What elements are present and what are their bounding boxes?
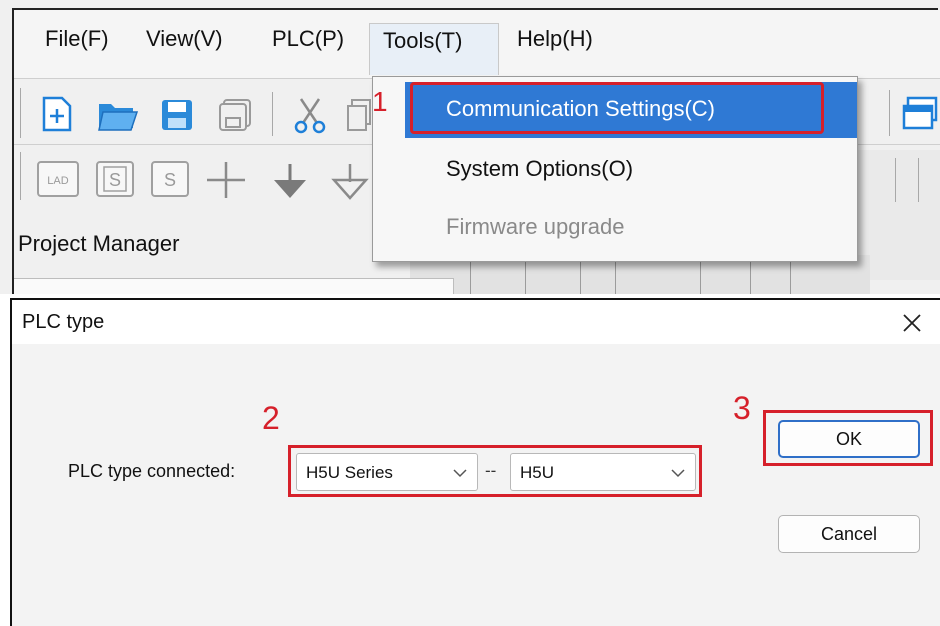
arrow-down-outline-icon[interactable] — [330, 162, 370, 202]
svg-text:S: S — [164, 170, 176, 190]
menu-view[interactable]: View(V) — [146, 26, 223, 52]
sfc-icon[interactable]: S — [95, 160, 135, 198]
toolbar-separator — [918, 158, 919, 202]
annotation-box-step-3 — [763, 410, 933, 466]
svg-text:S: S — [109, 170, 121, 190]
copy-icon[interactable] — [346, 98, 372, 132]
menu-file[interactable]: File(F) — [45, 26, 109, 52]
annotation-number-3: 3 — [733, 390, 751, 426]
toolbar-separator — [272, 92, 273, 136]
new-file-icon[interactable] — [40, 96, 74, 132]
menu-item-system-options[interactable]: System Options(O) — [446, 156, 633, 182]
toolbar-separator — [889, 90, 890, 136]
dialog-title: PLC type — [22, 311, 105, 333]
editor-side-panel — [858, 150, 940, 280]
window-icon[interactable] — [902, 96, 938, 132]
menu-tools[interactable]: Tools(T) — [383, 28, 462, 54]
dialog-title-bar — [12, 300, 940, 344]
ladder-icon[interactable]: LAD — [36, 160, 80, 198]
menu-item-firmware-upgrade: Firmware upgrade — [446, 214, 625, 239]
save-all-icon[interactable] — [218, 98, 252, 132]
cut-icon[interactable] — [293, 97, 327, 135]
menu-plc[interactable]: PLC(P) — [272, 26, 344, 52]
toolbar-grip — [20, 152, 21, 200]
annotation-box-step-2 — [288, 445, 702, 497]
annotation-number-2: 2 — [262, 400, 280, 436]
project-manager-panel — [14, 278, 454, 294]
plc-type-connected-label: PLC type connected: — [68, 461, 236, 481]
menu-help[interactable]: Help(H) — [517, 26, 593, 52]
open-folder-icon[interactable] — [97, 98, 139, 132]
cancel-button[interactable]: Cancel — [778, 515, 920, 553]
project-manager-label: Project Manager — [18, 231, 180, 256]
toolbar-grip — [20, 88, 21, 138]
svg-text:LAD: LAD — [47, 175, 68, 187]
annotation-box-step-1 — [410, 82, 824, 134]
toolbar-separator — [895, 158, 896, 202]
contact-cross-icon[interactable] — [205, 160, 247, 200]
close-icon[interactable] — [893, 305, 931, 341]
save-icon[interactable] — [160, 98, 194, 132]
st-icon[interactable]: S — [150, 160, 190, 198]
arrow-down-icon[interactable] — [270, 162, 310, 202]
annotation-number-1: 1 — [372, 86, 388, 117]
